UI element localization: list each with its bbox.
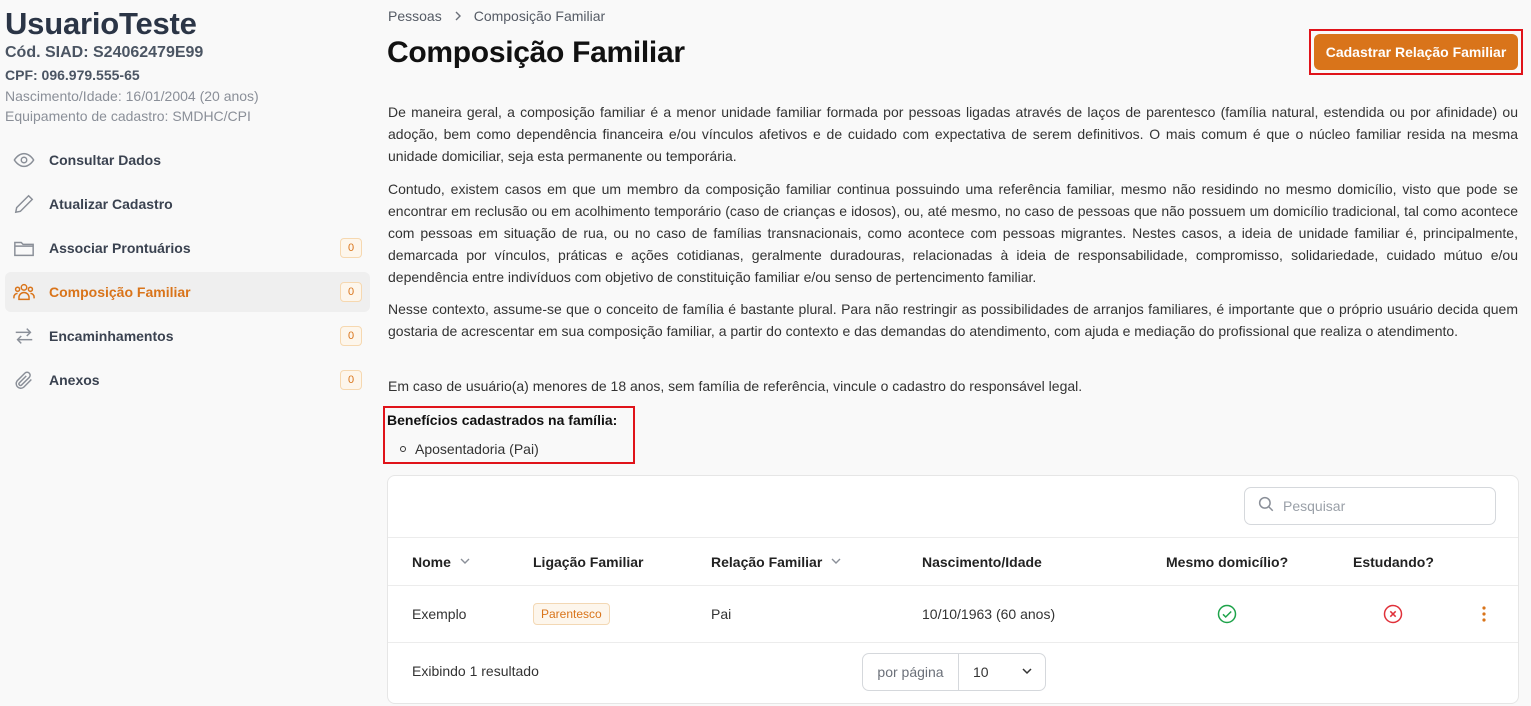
- column-header-relacao[interactable]: Relação Familiar: [711, 538, 842, 586]
- chevron-right-icon: [452, 10, 464, 22]
- description-paragraph: Contudo, existem casos em que um membro …: [388, 181, 1518, 285]
- per-page-label: por página: [863, 654, 959, 690]
- sidebar-item-encaminhamentos[interactable]: Encaminhamentos 0: [5, 316, 370, 356]
- cell-relacao: Pai: [711, 606, 732, 622]
- main-content: Pessoas Composição Familiar Composição F…: [383, 0, 1523, 706]
- count-badge: 0: [340, 326, 362, 346]
- row-actions-kebab-icon[interactable]: [1478, 586, 1490, 642]
- sidebar-item-label: Composição Familiar: [49, 284, 191, 300]
- search-input[interactable]: [1283, 498, 1483, 514]
- breadcrumb-current: Composição Familiar: [473, 8, 606, 24]
- per-page-select[interactable]: 10: [959, 654, 1045, 690]
- check-circle-icon: [1217, 586, 1237, 642]
- sidebar-item-consultar-dados[interactable]: Consultar Dados: [5, 140, 370, 180]
- sidebar-item-atualizar-cadastro[interactable]: Atualizar Cadastro: [5, 184, 370, 224]
- column-header-nome[interactable]: Nome: [412, 538, 471, 586]
- folder-icon: [13, 237, 35, 259]
- ligacao-tag: Parentesco: [533, 603, 610, 625]
- arrows-swap-icon: [13, 325, 35, 347]
- column-header-label: Nascimento/Idade: [922, 554, 1042, 570]
- breadcrumb-root[interactable]: Pessoas: [388, 8, 442, 24]
- sidebar-item-label: Atualizar Cadastro: [49, 196, 173, 212]
- user-cpf: CPF: 096.979.555-65: [5, 67, 140, 83]
- benefit-list-item: Aposentadoria (Pai): [400, 441, 539, 457]
- count-badge: 0: [340, 370, 362, 390]
- sidebar: UsuarioTeste Cód. SIAD: S24062479E99 CPF…: [0, 0, 376, 706]
- sidebar-item-composicao-familiar[interactable]: Composição Familiar 0: [5, 272, 370, 312]
- family-table-card: Nome Ligação Familiar Relação Familiar N…: [387, 475, 1519, 704]
- benefit-label: Aposentadoria (Pai): [415, 441, 539, 457]
- user-birth-age: Nascimento/Idade: 16/01/2004 (20 anos): [5, 88, 259, 104]
- per-page-value: 10: [973, 664, 989, 680]
- column-header-label: Estudando?: [1353, 554, 1434, 570]
- table-row: Exemplo Parentesco Pai 10/10/1963 (60 an…: [388, 586, 1518, 643]
- sidebar-item-label: Encaminhamentos: [49, 328, 174, 344]
- description-paragraph: Em caso de usuário(a) menores de 18 anos…: [388, 378, 1083, 394]
- pencil-icon: [13, 193, 35, 215]
- highlight-box: Cadastrar Relação Familiar: [1309, 29, 1523, 75]
- eye-icon: [13, 149, 35, 171]
- description-paragraph: Nesse contexto, assume-se que o conceito…: [388, 301, 1518, 339]
- description-paragraph: De maneira geral, a composição familiar …: [388, 104, 1518, 164]
- column-header-label: Nome: [412, 554, 451, 570]
- benefits-section: Benefícios cadastrados na família: Apose…: [383, 406, 635, 464]
- sidebar-item-label: Associar Prontuários: [49, 240, 191, 256]
- sidebar-item-associar-prontuarios[interactable]: Associar Prontuários 0: [5, 228, 370, 268]
- breadcrumb: Pessoas Composição Familiar: [388, 8, 605, 24]
- user-siad-code: Cód. SIAD: S24062479E99: [5, 44, 204, 61]
- column-header-ligacao: Ligação Familiar: [533, 538, 643, 586]
- table-header: Nome Ligação Familiar Relação Familiar N…: [388, 537, 1518, 586]
- chevron-down-icon: [1021, 664, 1033, 680]
- page-title: Composição Familiar: [387, 36, 685, 69]
- chevron-down-icon: [459, 554, 471, 570]
- sidebar-item-label: Anexos: [49, 372, 100, 388]
- per-page-control: por página 10: [862, 653, 1046, 691]
- search-icon: [1257, 495, 1275, 518]
- cell-ligacao: Parentesco: [533, 586, 610, 642]
- column-header-nascimento: Nascimento/Idade: [922, 538, 1042, 586]
- search-box[interactable]: [1244, 487, 1496, 525]
- column-header-label: Mesmo domicílio?: [1166, 554, 1289, 570]
- user-equipment: Equipamento de cadastro: SMDHC/CPI: [5, 108, 251, 124]
- sidebar-item-label: Consultar Dados: [49, 152, 162, 168]
- column-header-estudando: Estudando?: [1353, 538, 1434, 586]
- sidebar-nav: Consultar Dados Atualizar Cadastro Assoc…: [5, 140, 370, 404]
- cell-nascimento: 10/10/1963 (60 anos): [922, 606, 1056, 622]
- count-badge: 0: [340, 282, 362, 302]
- users-icon: [13, 281, 35, 303]
- column-header-label: Ligação Familiar: [533, 554, 644, 570]
- bullet-icon: [400, 446, 406, 452]
- count-badge: 0: [340, 238, 362, 258]
- column-header-label: Relação Familiar: [711, 554, 823, 570]
- paperclip-icon: [13, 369, 35, 391]
- column-header-mesmo-domicilio: Mesmo domicílio?: [1166, 538, 1288, 586]
- cell-nome: Exemplo: [412, 606, 467, 622]
- benefits-title: Benefícios cadastrados na família:: [387, 412, 618, 428]
- user-name: UsuarioTeste: [5, 6, 197, 41]
- sidebar-item-anexos[interactable]: Anexos 0: [5, 360, 370, 400]
- results-count: Exibindo 1 resultado: [412, 663, 539, 679]
- x-circle-icon: [1383, 586, 1403, 642]
- chevron-down-icon: [830, 554, 842, 570]
- cadastrar-relacao-familiar-button[interactable]: Cadastrar Relação Familiar: [1314, 34, 1518, 70]
